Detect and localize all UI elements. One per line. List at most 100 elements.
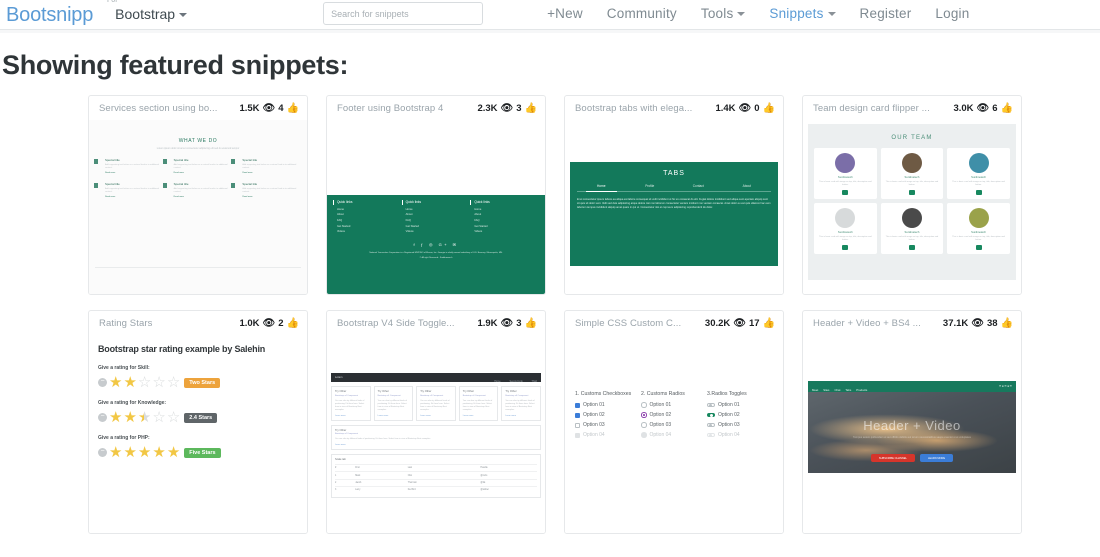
team-heading: OUR TEAM xyxy=(891,135,933,141)
chevron-down-icon xyxy=(827,11,836,16)
toggle-icon[interactable] xyxy=(707,422,715,428)
view-count: 1.4K xyxy=(715,103,736,114)
star-icon[interactable]: ★ xyxy=(152,445,165,460)
nav-item-register[interactable]: Register xyxy=(848,0,924,30)
eye-icon: 👁 xyxy=(500,102,514,114)
star-icon[interactable]: ★ xyxy=(138,445,151,460)
tab-contact: Contact xyxy=(692,184,704,188)
checkbox-icon[interactable] xyxy=(575,412,580,418)
toggle-icon[interactable] xyxy=(707,412,715,418)
thumbs-up-icon: 👍 xyxy=(524,317,537,329)
radio-option[interactable]: Option 03 xyxy=(641,422,707,428)
snippet-card-tabs[interactable]: Bootstrap tabs with elega... 1.4K 👁 0 👍 … xyxy=(564,95,784,295)
service-item: Special title Add supporting text below a… xyxy=(162,158,233,182)
star-half-icon[interactable]: ★ xyxy=(138,410,151,425)
tab-home: Home xyxy=(577,184,626,192)
star-icon[interactable]: ☆ xyxy=(167,410,180,425)
snippet-row: Services section using bo... 1.5K 👁 4 👍 … xyxy=(88,95,1100,295)
snippet-card-services[interactable]: Services section using bo... 1.5K 👁 4 👍 … xyxy=(88,95,308,295)
service-item: Special title Add supporting text below a… xyxy=(94,158,164,182)
toggle-option[interactable]: Option 03 xyxy=(707,422,773,428)
card-preview: Bootstrap star rating example by Salehin… xyxy=(89,335,307,533)
thumbs-up-icon: 👍 xyxy=(762,102,775,114)
checkbox-columns: 1. Customs Checkboxes Option 01 Option 0… xyxy=(575,391,773,442)
star-icon[interactable]: ☆ xyxy=(167,375,180,390)
checkbox-icon[interactable] xyxy=(575,422,580,428)
radio-icon[interactable] xyxy=(641,402,647,408)
search-input[interactable] xyxy=(323,2,484,25)
framework-for-label: For xyxy=(107,0,118,4)
star-icon[interactable]: ★ xyxy=(123,410,136,425)
star-icon[interactable]: ☆ xyxy=(152,375,165,390)
hero-buttons: SUBSCRIBE CHANNEL LEARN MORE xyxy=(808,454,1016,463)
checkbox-icon xyxy=(575,432,580,438)
snippet-card-team[interactable]: Team design card flipper ... 3.0K 👁 6 👍 … xyxy=(802,95,1022,295)
learn-more-button[interactable]: LEARN MORE xyxy=(919,454,954,463)
radio-option[interactable]: Option 02 xyxy=(641,412,707,418)
snippet-card-custom-checkboxes[interactable]: Simple CSS Custom C... 30.2K 👁 17 👍 1. C… xyxy=(564,310,784,534)
nav-right-icons: ☰ ■ ☰ ■ ☰ xyxy=(999,385,1012,388)
card-stats: 2.3K 👁 3 👍 xyxy=(477,103,537,114)
nav-item-snippets[interactable]: Snippets xyxy=(757,0,847,33)
radio-icon[interactable] xyxy=(641,422,647,428)
footer-blank-area xyxy=(327,120,545,195)
thumbs-up-icon: 👍 xyxy=(286,317,299,329)
card-preview: TABS Home Profile Contact About Et et co… xyxy=(565,120,783,294)
snippet-card-footer[interactable]: Footer using Bootstrap 4 2.3K 👁 3 👍 Quic… xyxy=(326,95,546,295)
site-logo[interactable]: Bootsnipp xyxy=(0,0,93,28)
checkbox-option[interactable]: Option 03 xyxy=(575,422,641,428)
card-preview: Meet Sites Chat Tabs Products ☰ ■ ☰ ■ ☰ Head… xyxy=(803,335,1021,533)
services-preview: WHAT WE DO Lorem ipsum dolor sit amet co… xyxy=(89,120,307,294)
star-icon[interactable]: ★ xyxy=(123,375,136,390)
team-member: Sunilmetech This is basic card with image… xyxy=(814,203,877,254)
clear-rating-icon[interactable]: − xyxy=(98,448,107,457)
star-icon[interactable]: ☆ xyxy=(138,375,151,390)
preview-navbar: Meet Sites Chat Tabs Products ☰ ■ ☰ ■ ☰ xyxy=(808,381,1016,392)
toggle-option[interactable]: Option 01 xyxy=(707,402,773,408)
star-icon[interactable]: ☆ xyxy=(152,410,165,425)
toggle-option[interactable]: Option 02 xyxy=(707,412,773,418)
thumbs-up-icon: 👍 xyxy=(1000,102,1013,114)
framework-selector[interactable]: For Bootstrap xyxy=(107,0,188,24)
table-row: 1 Mark Otto @mdo xyxy=(335,471,537,478)
eye-icon: 👁 xyxy=(976,102,990,114)
footer-preview: Quick links Home About FAQ Get Started V… xyxy=(327,120,545,294)
snippet-card-rating-stars[interactable]: Rating Stars 1.0K 👁 2 👍 Bootstrap star r… xyxy=(88,310,308,534)
star-icon[interactable]: ★ xyxy=(109,410,122,425)
subscribe-button[interactable]: SUBSCRIBE CHANNEL xyxy=(870,454,915,463)
toggle-icon[interactable] xyxy=(707,402,715,408)
clear-rating-icon[interactable]: − xyxy=(98,413,107,422)
nav-item-tools[interactable]: Tools xyxy=(689,0,758,30)
checkbox-option[interactable]: Option 02 xyxy=(575,412,641,418)
snippet-card-header-video[interactable]: Header + Video + BS4 ... 37.1K 👁 38 👍 Me… xyxy=(802,310,1022,534)
checkbox-icon[interactable] xyxy=(575,402,580,408)
star-icon[interactable]: ★ xyxy=(123,445,136,460)
card-stats: 1.0K 👁 2 👍 xyxy=(239,318,299,329)
nav-item-new[interactable]: +New xyxy=(535,0,595,30)
like-count: 17 xyxy=(748,318,760,329)
toggle-column: 3.Radios Toggles Option 01 Option 02 Opt… xyxy=(707,391,773,442)
nav-item-login[interactable]: Login xyxy=(923,0,981,30)
service-icon xyxy=(94,159,98,164)
service-icon xyxy=(94,183,98,189)
thumbs-up-icon: 👍 xyxy=(762,317,775,329)
member-button xyxy=(908,245,915,250)
clear-rating-icon[interactable]: − xyxy=(98,378,107,387)
star-icon[interactable]: ★ xyxy=(167,445,180,460)
team-member: Sunilmetech This is basic card with image… xyxy=(814,148,877,199)
snippet-card-side-toggle[interactable]: Bootstrap V4 Side Toggle... 1.9K 👁 3 👍 L… xyxy=(326,310,546,534)
card-title: Rating Stars xyxy=(99,318,153,329)
card-preview: WHAT WE DO Lorem ipsum dolor sit amet co… xyxy=(89,120,307,294)
toggle-icon xyxy=(707,432,715,438)
team-member: Sunilmetech This is basic card with image… xyxy=(880,203,944,254)
snippet-grid: Services section using bo... 1.5K 👁 4 👍 … xyxy=(0,95,1100,534)
star-icon[interactable]: ★ xyxy=(109,375,122,390)
star-icon[interactable]: ★ xyxy=(109,445,122,460)
eye-icon: 👁 xyxy=(500,317,514,329)
radio-icon[interactable] xyxy=(641,412,647,418)
team-block: OUR TEAM Sunilmetech This is basic card w… xyxy=(808,124,1016,280)
nav-item-community[interactable]: Community xyxy=(595,0,689,30)
thumbs-up-icon: 👍 xyxy=(524,102,537,114)
checkbox-option[interactable]: Option 01 xyxy=(575,402,641,408)
radio-option[interactable]: Option 01 xyxy=(641,402,707,408)
